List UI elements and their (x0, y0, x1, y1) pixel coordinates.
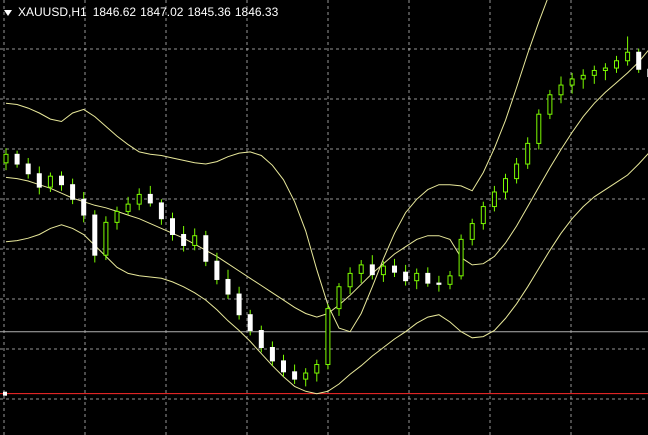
candle-bear (170, 218, 175, 236)
candle-bear (203, 235, 209, 262)
close-price: 1846.33 (234, 5, 279, 19)
candle-bull (480, 206, 486, 225)
candle-bull (469, 223, 475, 240)
candle-bear (92, 214, 98, 256)
chart-window[interactable]: XAUUSD,H1 1846.62 1847.02 1845.36 1846.3… (0, 0, 648, 435)
candle-bull (558, 84, 564, 96)
candle-bear (59, 175, 64, 186)
candle-bear (403, 271, 409, 282)
candle-bear (292, 371, 298, 380)
candle-bull (414, 272, 420, 282)
candle-bear (25, 163, 31, 175)
price-chart[interactable] (0, 0, 648, 435)
level-marker (3, 391, 7, 396)
candle-bear (225, 278, 231, 295)
candle-bull (447, 275, 453, 285)
candle-bear (181, 234, 187, 246)
candle-bull (358, 264, 364, 274)
candle-bull (114, 210, 120, 223)
open-price: 1846.62 (92, 5, 137, 19)
candle-bear (36, 173, 42, 188)
candle-bull (547, 94, 553, 115)
candle-bull (347, 272, 353, 288)
candle-bull (192, 235, 198, 246)
candle-bear (636, 51, 642, 70)
candle-bear (236, 293, 242, 316)
candle-bull (380, 265, 386, 276)
candle-bull (536, 113, 542, 144)
candle-bear (81, 198, 87, 216)
chart-header: XAUUSD,H1 1846.62 1847.02 1845.36 1846.3… (4, 4, 282, 20)
band-middle (5, 49, 648, 318)
candle-bull (458, 238, 464, 277)
candle-bull (591, 69, 597, 76)
candle-bear (258, 330, 264, 349)
candle-bull (3, 153, 9, 164)
band-upper (5, 0, 548, 333)
candle-bull (569, 78, 575, 86)
triangle-down-icon[interactable] (4, 9, 12, 16)
candle-bull (314, 364, 320, 374)
candle-bear (247, 314, 253, 332)
candle-bull (47, 175, 53, 188)
candlesticks (3, 36, 648, 387)
candle-bear (392, 265, 397, 273)
candle-bull (625, 51, 631, 62)
candle-bull (125, 203, 131, 212)
candle-bear (214, 260, 220, 280)
candle-bear (70, 184, 76, 200)
candle-bull (614, 60, 619, 69)
candle-bear (369, 264, 375, 276)
level-markers (3, 391, 7, 396)
candle-bull (514, 163, 520, 180)
candle-bear (436, 282, 442, 285)
candle-bull (136, 193, 142, 205)
candle-bear (269, 347, 275, 362)
candle-bear (158, 202, 164, 220)
high-price: 1847.02 (140, 5, 184, 19)
candle-bull (602, 67, 608, 71)
horizontal-lines[interactable] (0, 331, 648, 395)
candle-bear (147, 193, 153, 204)
candle-bull (103, 221, 109, 256)
candle-bear (14, 153, 20, 165)
candle-bull (325, 308, 331, 366)
candle-bull (580, 74, 586, 80)
candle-bull (336, 286, 342, 310)
candle-bear (281, 360, 286, 373)
low-price: 1845.36 (187, 5, 231, 19)
candle-bear (425, 272, 431, 284)
symbol-timeframe-label: XAUUSD,H1 (18, 5, 87, 19)
candle-bull (491, 191, 497, 208)
candle-bull (303, 372, 309, 380)
candle-bull (503, 178, 508, 193)
candle-bull (525, 142, 531, 165)
